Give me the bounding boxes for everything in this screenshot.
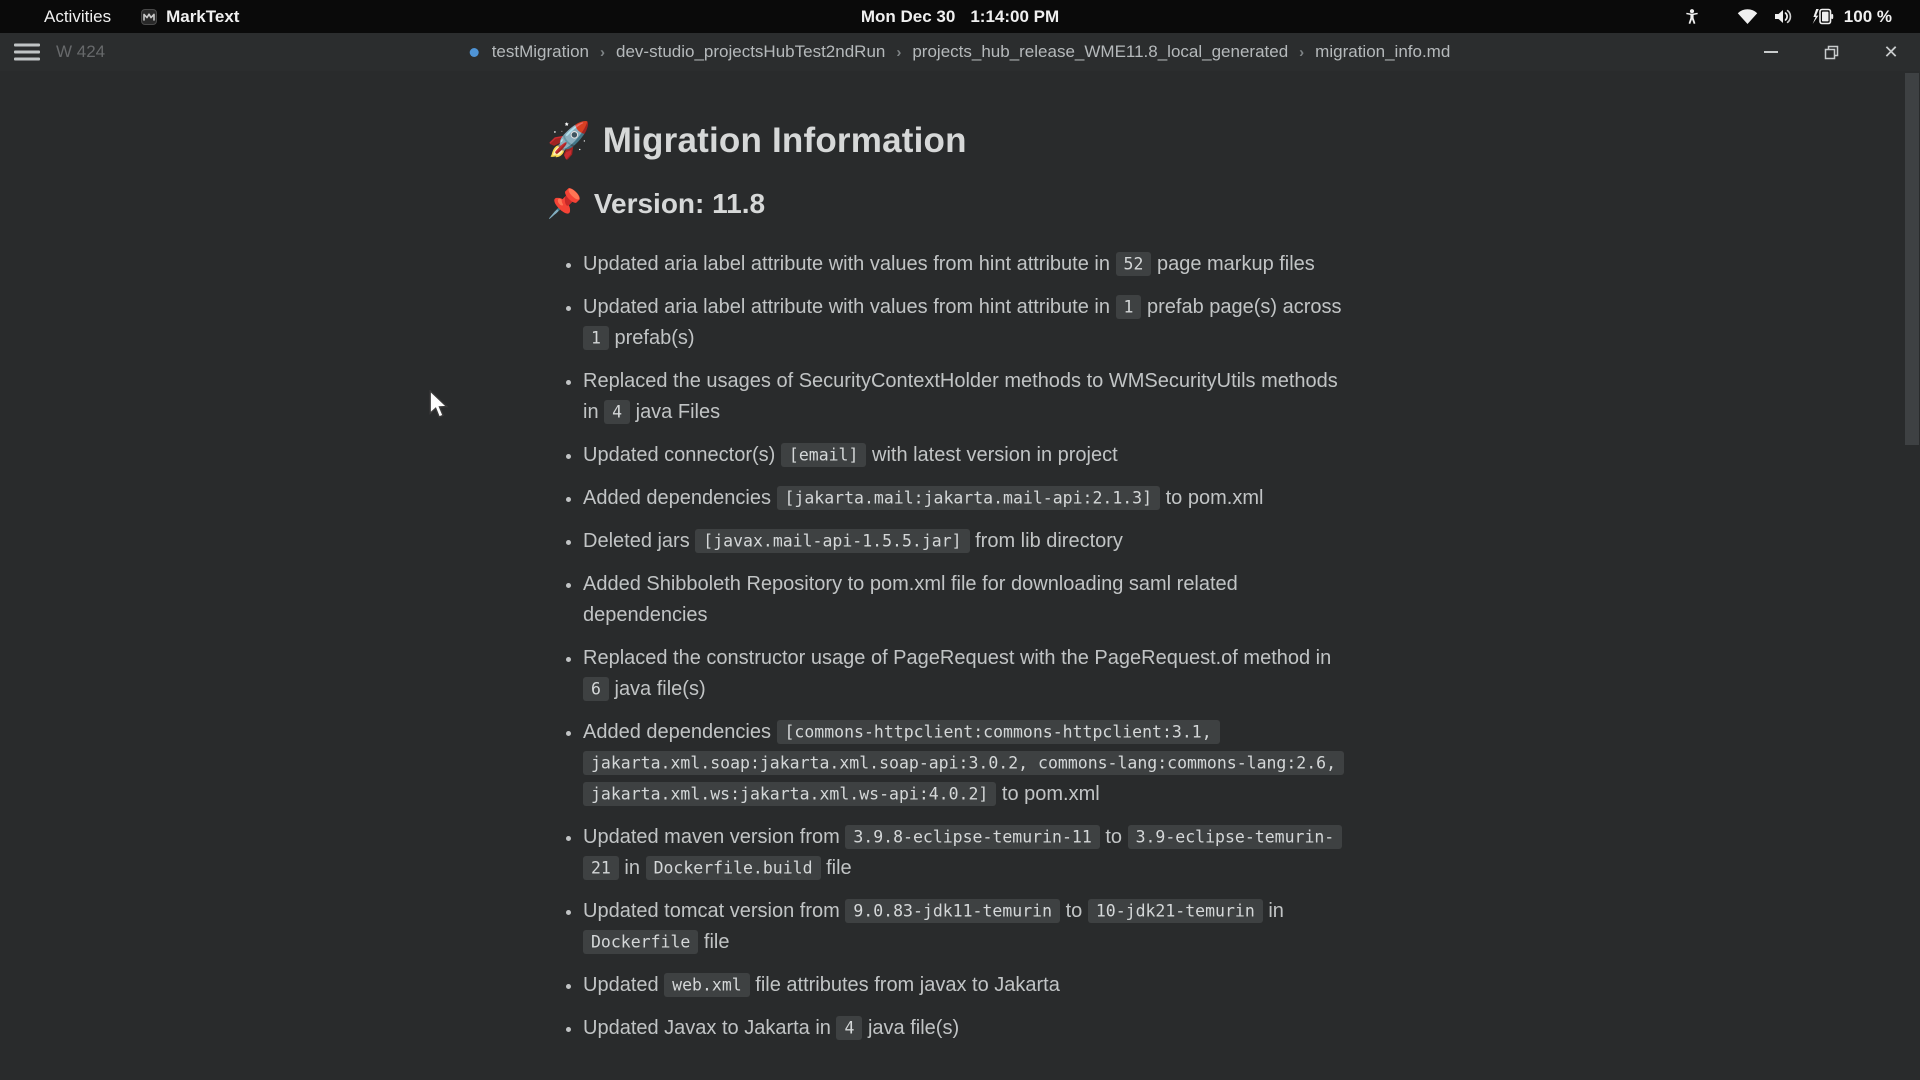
list-item: Updated aria label attribute with values… <box>583 292 1347 354</box>
inline-code-badge: 3.9.8-eclipse-temurin-11 <box>845 825 1099 849</box>
version-heading: 📌 Version: 11.8 <box>547 186 1347 222</box>
markdown-document: 🚀 Migration Information 📌 Version: 11.8 Up… <box>547 71 1347 1044</box>
inline-code-badge: web.xml <box>664 973 750 997</box>
close-button[interactable]: ✕ <box>1878 39 1904 65</box>
focused-app-indicator[interactable]: MarkText <box>141 7 239 27</box>
scrollbar-thumb[interactable] <box>1905 73 1919 445</box>
battery-percent-label: 100 % <box>1844 7 1892 27</box>
inline-code-badge: 1 <box>1116 295 1142 319</box>
doc-title: 🚀 Migration Information <box>547 117 1347 164</box>
list-item: Updated aria label attribute with values… <box>583 249 1347 280</box>
inline-code-badge: [commons-httpclient:commons-httpclient:3… <box>583 720 1344 806</box>
breadcrumb[interactable]: testMigration › dev-studio_projectsHubTest… <box>470 42 1451 62</box>
breadcrumb-item[interactable]: dev-studio_projectsHubTest2ndRun <box>616 42 885 62</box>
inline-code-badge: [email] <box>781 443 867 467</box>
doc-title-text: Migration Information <box>603 121 967 160</box>
clock-date: Mon Dec 30 <box>861 7 955 27</box>
list-item: Added Shibboleth Repository to pom.xml f… <box>583 569 1347 631</box>
pushpin-emoji-icon: 📌 <box>547 188 582 219</box>
list-item: Updated tomcat version from 9.0.83-jdk11… <box>583 896 1347 958</box>
rocket-emoji-icon: 🚀 <box>547 121 591 160</box>
marktext-title-bar: W 424 testMigration › dev-studio_projectsH… <box>0 33 1920 71</box>
list-item: Added dependencies [jakarta.mail:jakarta… <box>583 483 1347 514</box>
gnome-top-bar: Activities MarkText Mon Dec 30 1:14:00 P… <box>0 0 1920 33</box>
volume-icon <box>1774 8 1794 25</box>
list-item: Deleted jars [javax.mail-api-1.5.5.jar] … <box>583 526 1347 557</box>
list-item: Updated Javax to Jakarta in 4 java file(… <box>583 1013 1347 1044</box>
clock-time: 1:14:00 PM <box>970 7 1059 27</box>
inline-code-badge: 52 <box>1116 252 1152 276</box>
inline-code-badge: 4 <box>604 400 630 424</box>
inline-code-badge: [jakarta.mail:jakarta.mail-api:2.1.3] <box>777 486 1161 510</box>
marktext-app-icon <box>141 9 157 25</box>
inline-code-badge: 6 <box>583 677 609 701</box>
breadcrumb-separator-icon: › <box>1298 44 1305 61</box>
minimize-button[interactable] <box>1758 39 1784 65</box>
breadcrumb-item[interactable]: projects_hub_release_WME11.8_local_gener… <box>912 42 1288 62</box>
inline-code-badge: Dockerfile <box>583 930 698 954</box>
list-item: Updated connector(s) [email] with latest… <box>583 440 1347 471</box>
inline-code-badge: Dockerfile.build <box>646 856 821 880</box>
inline-code-badge: [javax.mail-api-1.5.5.jar] <box>695 529 969 553</box>
activities-button[interactable]: Activities <box>44 7 111 27</box>
system-status-area[interactable]: 100 % <box>1683 7 1920 27</box>
accessibility-icon <box>1683 8 1701 26</box>
battery-charging-icon <box>1808 8 1834 25</box>
inline-code-badge: 1 <box>583 326 609 350</box>
list-item: Updated web.xml file attributes from jav… <box>583 970 1347 1001</box>
breadcrumb-separator-icon: › <box>599 44 606 61</box>
clock[interactable]: Mon Dec 30 1:14:00 PM <box>861 0 1059 33</box>
list-item: Updated maven version from 3.9.8-eclipse… <box>583 822 1347 884</box>
word-count-label: W 424 <box>56 42 105 62</box>
inline-code-badge: 9.0.83-jdk11-temurin <box>845 899 1060 923</box>
restore-button[interactable] <box>1818 39 1844 65</box>
unsaved-dot-icon <box>470 48 479 57</box>
version-heading-text: Version: 11.8 <box>594 188 765 219</box>
list-item: Replaced the constructor usage of PageRe… <box>583 643 1347 705</box>
breadcrumb-separator-icon: › <box>895 44 902 61</box>
inline-code-badge: 10-jdk21-temurin <box>1088 899 1263 923</box>
bullet-list: Updated aria label attribute with values… <box>547 249 1347 1044</box>
breadcrumb-item[interactable]: testMigration <box>492 42 589 62</box>
breadcrumb-item[interactable]: migration_info.md <box>1315 42 1450 62</box>
editor-content[interactable]: 🚀 Migration Information 📌 Version: 11.8 Up… <box>0 71 1920 1080</box>
app-name-label: MarkText <box>166 7 239 27</box>
inline-code-badge: 4 <box>836 1016 862 1040</box>
window-controls: ✕ <box>1758 39 1904 65</box>
menu-hamburger-icon[interactable] <box>14 44 40 61</box>
wifi-icon <box>1737 8 1758 25</box>
list-item: Added dependencies [commons-httpclient:c… <box>583 717 1347 810</box>
list-item: Replaced the usages of SecurityContextHo… <box>583 366 1347 428</box>
